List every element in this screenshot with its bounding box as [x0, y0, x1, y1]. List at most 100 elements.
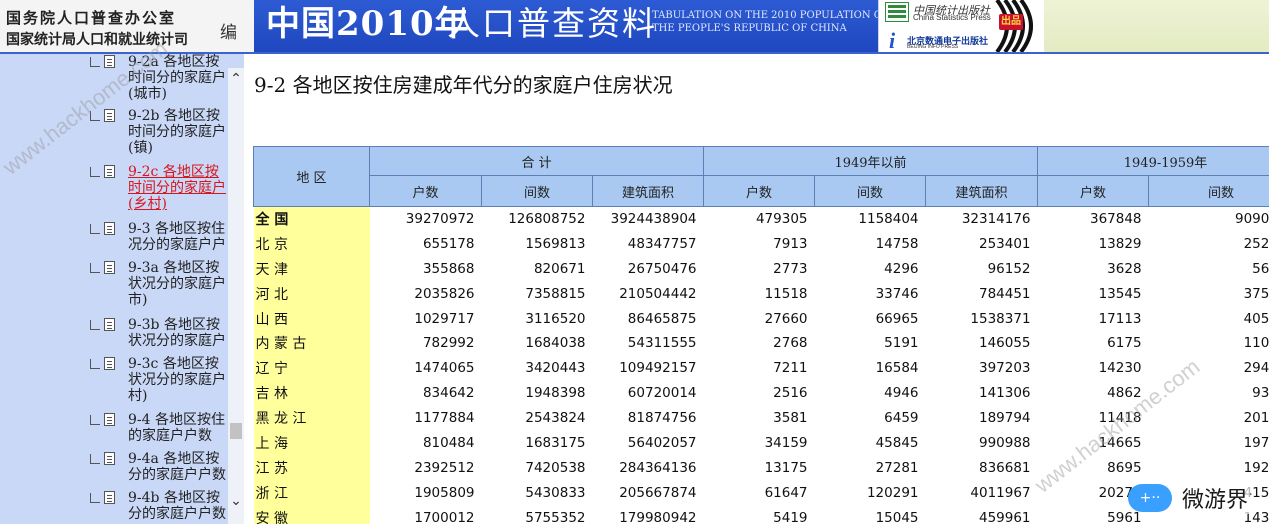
- banner-title-main: 中国2010年: [266, 4, 470, 44]
- info-press-en: BEIJING INFO PRESS: [907, 44, 959, 50]
- value-cell: 16584: [875, 360, 919, 377]
- value-cell: 2543824: [525, 410, 586, 427]
- value-cell: 2392512: [414, 459, 475, 476]
- office-line-2: 国家统计局人口和就业统计司: [6, 32, 188, 48]
- sidebar-item-label[interactable]: 9-3c 各地区按 状况分的家庭户 村): [128, 356, 226, 404]
- brand-logo-icon: +··: [1128, 484, 1172, 512]
- sidebar-item-label[interactable]: 9-3 各地区按住 况分的家庭户户: [128, 221, 226, 253]
- subheader-households: 户数: [369, 175, 482, 207]
- header-filler: [1044, 0, 1269, 52]
- table-body: 全 国 39270972 126808752 3924438904 479305 1158…: [253, 206, 1269, 524]
- tree-connector-icon: [90, 454, 100, 464]
- value-cell: 1029717: [414, 310, 475, 327]
- value-cell: 1177884: [414, 410, 475, 427]
- value-cell: 11518: [764, 285, 808, 302]
- sidebar-item-label-active[interactable]: 9-2c 各地区按 时间分的家庭户 (乡村): [128, 164, 226, 212]
- document-icon: [104, 357, 115, 370]
- value-cell: 45845: [875, 434, 919, 451]
- scroll-down-chevron-icon[interactable]: ⌄: [229, 492, 243, 510]
- value-cell: 146055: [978, 335, 1031, 352]
- subheader-rooms: 间数: [481, 175, 593, 207]
- value-cell: 8695: [1107, 459, 1142, 476]
- tree-connector-icon: [90, 415, 100, 425]
- census-table-container: 地 区 合 计 1949年以前 1949-1959年 户数 间数 建筑面积 户数…: [253, 146, 1269, 524]
- value-cell: 3116520: [525, 310, 586, 327]
- header-banner: 国务院人口普查办公室 国家统计局人口和就业统计司 编 中国2010年 人口普查资…: [0, 0, 1269, 53]
- value-cell: 37525: [1243, 285, 1269, 302]
- sidebar-item-label[interactable]: 9-4a 各地区按 分的家庭户户数: [128, 451, 226, 483]
- value-cell: 17113: [1098, 310, 1142, 327]
- value-cell: 820671: [533, 260, 586, 277]
- value-cell: 56402057: [627, 434, 697, 451]
- region-cell: 辽 宁: [253, 355, 370, 381]
- value-cell: 397203: [978, 360, 1031, 377]
- tree-connector-icon: [90, 263, 100, 273]
- value-cell: 3628: [1107, 260, 1142, 277]
- document-icon: [104, 491, 115, 504]
- value-cell: 2035826: [414, 285, 475, 302]
- sidebar-item-label[interactable]: 9-3b 各地区按 状况分的家庭户: [128, 317, 226, 349]
- subheader-rooms: 间数: [1148, 175, 1269, 207]
- value-cell: 990988: [978, 434, 1031, 451]
- brand-name: 微游界: [1180, 482, 1251, 514]
- sidebar-scroll-thumb[interactable]: [230, 423, 242, 439]
- value-cell: 1905809: [414, 484, 475, 501]
- value-cell: 784451: [978, 285, 1031, 302]
- value-cell: 13175: [764, 459, 808, 476]
- sidebar-item-label[interactable]: 9-4 各地区按住 的家庭户户数: [128, 412, 226, 444]
- document-icon: [104, 109, 115, 122]
- value-cell: 7358815: [525, 285, 586, 302]
- value-cell: 126808752: [508, 211, 586, 228]
- main-content: 9-2 各地区按住房建成年代分的家庭户住房状况 地 区 合 计 1949年以前 …: [244, 54, 1269, 524]
- census-table: 地 区 合 计 1949年以前 1949-1959年 户数 间数 建筑面积 户数…: [253, 146, 1269, 524]
- sidebar-tree: 9-2a 各地区按 时间分的家庭户 (城市) 9-2b 各地区按 时间分的家庭户…: [0, 54, 244, 524]
- value-cell: 9355: [1252, 385, 1269, 402]
- value-cell: 15045: [875, 509, 919, 524]
- value-cell: 25229: [1243, 235, 1269, 252]
- statistics-press-en: China Statistics Press: [913, 13, 991, 22]
- value-cell: 5640: [1252, 260, 1269, 277]
- table-row: 上 海 810484 1683175 56402057 34159 45845 990988…: [253, 430, 1269, 456]
- sidebar-item-label[interactable]: 9-2a 各地区按 时间分的家庭户 (城市): [128, 54, 226, 102]
- sidebar-item-label[interactable]: 9-4b 各地区按 分的家庭户户数: [128, 490, 226, 522]
- value-cell: 109492157: [619, 360, 697, 377]
- value-cell: 27281: [875, 459, 919, 476]
- value-cell: 13829: [1098, 235, 1142, 252]
- scroll-up-chevron-icon[interactable]: ⌃: [229, 70, 243, 88]
- tree-connector-icon: [90, 359, 100, 369]
- group-header-1949-1959: 1949-1959年: [1037, 146, 1269, 176]
- value-cell: 4296: [884, 260, 919, 277]
- group-header-total: 合 计: [368, 146, 705, 176]
- brand-watermark: +·· 微游界: [1128, 478, 1268, 518]
- value-cell: 5430833: [525, 484, 586, 501]
- page-title: 9-2 各地区按住房建成年代分的家庭户住房状况: [254, 73, 673, 97]
- region-cell: 安 徽: [253, 505, 370, 524]
- subheader-floor-area: 建筑面积: [925, 175, 1039, 207]
- value-cell: 2768: [773, 335, 808, 352]
- value-cell: 4011967: [970, 484, 1031, 501]
- sidebar-item-label[interactable]: 9-2b 各地区按 时间分的家庭户 (镇): [128, 108, 226, 156]
- table-row: 山 西 1029717 3116520 86465875 27660 66965 15383…: [253, 306, 1269, 331]
- document-icon: [104, 318, 115, 331]
- table-row: 内 蒙 古 782992 1684038 54311555 2768 5191 146055…: [253, 330, 1269, 356]
- value-cell: 1538371: [970, 310, 1031, 327]
- value-cell: 14230: [1098, 360, 1142, 377]
- tree-connector-icon: [90, 224, 100, 234]
- banner-title-sub: 人口普查资料: [447, 4, 657, 43]
- value-cell: 1474065: [414, 360, 475, 377]
- document-icon: [104, 55, 115, 68]
- value-cell: 11418: [1098, 410, 1142, 427]
- value-cell: 141306: [978, 385, 1031, 402]
- value-cell: 81874756: [627, 410, 697, 427]
- sidebar-scrollbar[interactable]: [228, 68, 244, 524]
- value-cell: 1569813: [525, 235, 586, 252]
- value-cell: 61647: [764, 484, 808, 501]
- region-cell: 北 京: [253, 231, 370, 257]
- table-row: 江 苏 2392512 7420538 284364136 13175 27281 8366…: [253, 455, 1269, 481]
- value-cell: 179980942: [619, 509, 697, 524]
- table-row: 河 北 2035826 7358815 210504442 11518 33746 7844…: [253, 281, 1269, 307]
- table-row: 全 国 39270972 126808752 3924438904 479305 1158…: [253, 206, 1269, 232]
- edit-label: 编: [220, 23, 237, 43]
- sidebar-item-label[interactable]: 9-3a 各地区按 状况分的家庭户 市): [128, 260, 226, 308]
- region-cell: 浙 江: [253, 480, 370, 506]
